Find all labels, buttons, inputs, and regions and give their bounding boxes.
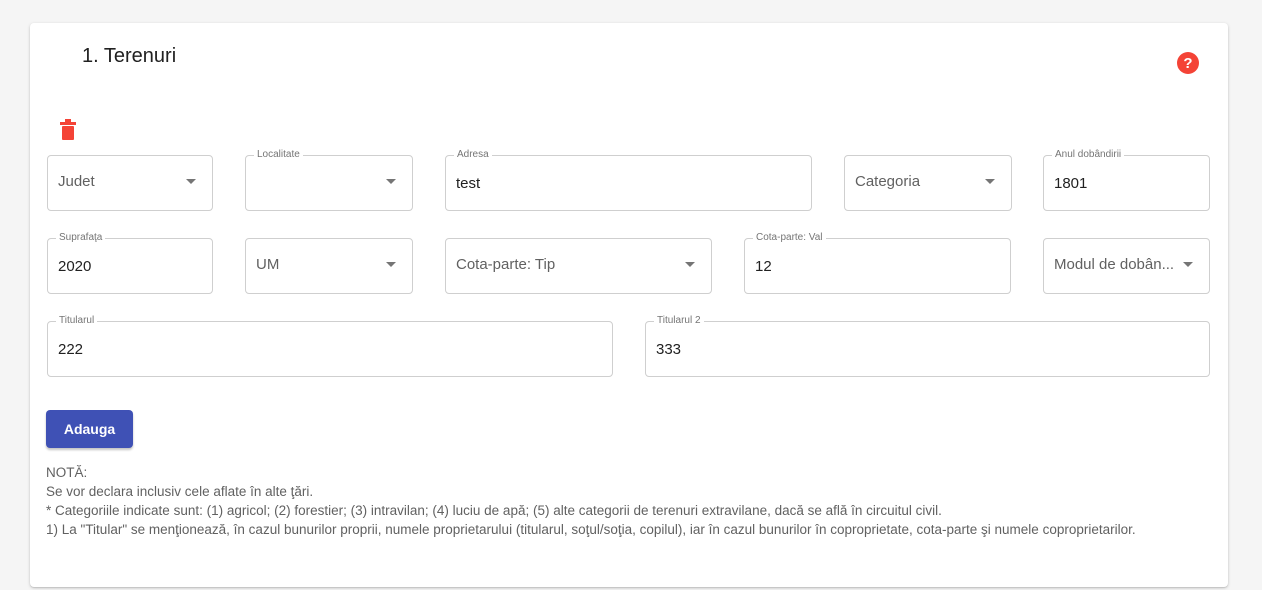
suprafata-value: 2020 <box>58 258 92 275</box>
titularul-label: Titularul <box>56 315 98 327</box>
cota-parte-val-label: Cota-parte: Val <box>753 232 826 244</box>
note-heading: NOTĂ: <box>46 465 88 480</box>
note-line: * Categoriile indicate sunt: (1) agricol… <box>46 503 942 518</box>
titularul-2-field[interactable]: Titularul 2 333 <box>645 315 1210 377</box>
adresa-label: Adresa <box>454 149 492 161</box>
adresa-field[interactable]: Adresa test <box>445 149 812 211</box>
delete-icon[interactable] <box>59 119 77 141</box>
judet-select[interactable]: Judet <box>47 155 213 211</box>
suprafata-field[interactable]: Suprafaţa 2020 <box>47 232 213 294</box>
titularul-2-label: Titularul 2 <box>654 315 704 327</box>
cota-parte-val-field[interactable]: Cota-parte: Val 12 <box>744 232 1011 294</box>
titularul-2-value: 333 <box>656 341 682 358</box>
localitate-label: Localitate <box>254 149 303 161</box>
section-title: 1. Terenuri <box>82 45 177 67</box>
chevron-down-icon <box>1183 262 1193 267</box>
titularul-value: 222 <box>58 341 84 358</box>
chevron-down-icon <box>985 179 995 184</box>
chevron-down-icon <box>685 262 695 267</box>
judet-placeholder: Judet <box>58 173 95 190</box>
svg-text:?: ? <box>1183 55 1192 72</box>
modul-dobandire-select[interactable]: Modul de dobân... <box>1043 238 1210 294</box>
terenuri-card: 1. Terenuri ? Judet Localitate Adresa te… <box>30 23 1228 587</box>
chevron-down-icon <box>386 262 396 267</box>
modul-dobandire-placeholder: Modul de dobân... <box>1054 256 1175 273</box>
anul-dobandirii-field[interactable]: Anul dobândirii 1801 <box>1043 149 1210 211</box>
help-icon[interactable]: ? <box>1176 51 1200 75</box>
titularul-field[interactable]: Titularul 222 <box>47 315 613 377</box>
um-select[interactable]: UM <box>245 238 413 294</box>
categoria-select[interactable]: Categoria <box>844 155 1012 211</box>
note-block: NOTĂ: Se vor declara inclusiv cele aflat… <box>46 463 1186 539</box>
suprafata-label: Suprafaţa <box>56 232 106 244</box>
chevron-down-icon <box>186 179 196 184</box>
um-placeholder: UM <box>256 256 280 273</box>
cota-parte-val-value: 12 <box>755 258 772 275</box>
chevron-down-icon <box>386 179 396 184</box>
anul-dobandirii-label: Anul dobândirii <box>1052 149 1125 161</box>
cota-parte-tip-placeholder: Cota-parte: Tip <box>456 256 556 273</box>
localitate-select[interactable]: Localitate <box>245 149 413 211</box>
note-line: 1) La "Titular" se menţionează, în cazul… <box>46 522 1136 537</box>
cota-parte-tip-select[interactable]: Cota-parte: Tip <box>445 238 712 294</box>
note-line: Se vor declara inclusiv cele aflate în a… <box>46 484 314 499</box>
categoria-placeholder: Categoria <box>855 173 921 190</box>
add-button[interactable]: Adauga <box>46 410 133 448</box>
adresa-value: test <box>456 175 481 192</box>
anul-dobandirii-value: 1801 <box>1054 175 1088 192</box>
